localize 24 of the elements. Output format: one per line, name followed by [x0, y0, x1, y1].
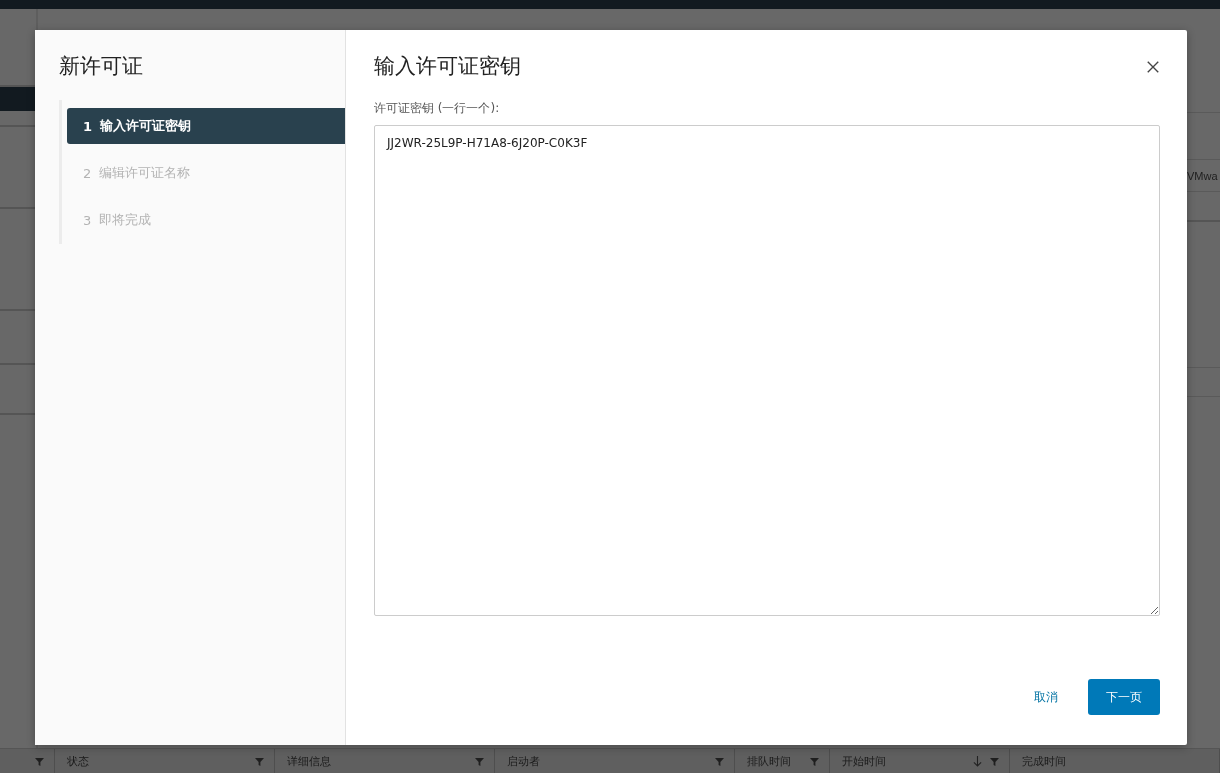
sort-arrow-icon[interactable] — [973, 755, 982, 767]
column-header[interactable]: 状态 — [67, 753, 89, 769]
nav-bar — [0, 87, 36, 111]
filter-icon[interactable] — [35, 756, 44, 766]
filter-icon[interactable] — [255, 756, 264, 766]
step-heading: 输入许可证密钥 — [374, 53, 521, 80]
field-label: 许可证密钥 (一行一个): — [374, 100, 501, 117]
filter-icon[interactable] — [990, 756, 999, 766]
cancel-button[interactable]: 取消 — [1022, 680, 1070, 714]
column-header[interactable]: 完成时间 — [1022, 753, 1066, 769]
filter-icon[interactable] — [715, 756, 724, 766]
wizard-step[interactable]: 3 即将完成 — [67, 202, 345, 238]
table-cell: VMwa — [1187, 169, 1218, 182]
filter-icon[interactable] — [475, 756, 484, 766]
next-button[interactable]: 下一页 — [1088, 679, 1160, 715]
close-icon[interactable] — [1146, 60, 1160, 74]
filter-icon[interactable] — [810, 756, 819, 766]
column-header[interactable]: 启动者 — [507, 753, 540, 769]
dialog-title: 新许可证 — [59, 53, 144, 80]
column-header[interactable]: 开始时间 — [842, 753, 886, 769]
input-field[interactable]: JJ2WR-25L9P-H71A8-6J20P-C0K3F — [374, 125, 1160, 616]
wizard-step[interactable]: 2 编辑许可证名称 — [67, 155, 345, 191]
wizard-step[interactable]: 1 输入许可证密钥 — [67, 108, 345, 144]
column-header[interactable]: 详细信息 — [287, 753, 331, 769]
